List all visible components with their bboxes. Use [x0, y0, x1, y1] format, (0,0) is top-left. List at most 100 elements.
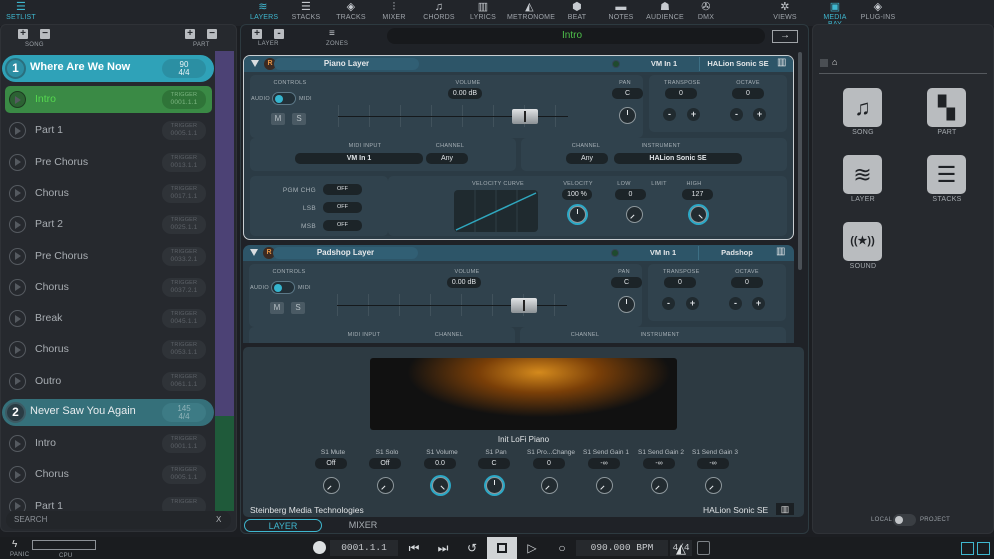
layer-midi-input[interactable]: VM In 1: [629, 59, 699, 68]
toolbar-chords[interactable]: ♫ CHORDS: [423, 1, 455, 21]
play-part-icon[interactable]: [9, 435, 26, 452]
right-zone-toggle[interactable]: [977, 542, 990, 555]
next-part-button[interactable]: →: [772, 30, 798, 43]
remove-part-button[interactable]: −: [207, 29, 217, 39]
play-part-icon[interactable]: [9, 91, 26, 108]
mute-button[interactable]: M: [271, 113, 285, 125]
toolbar-views[interactable]: ✲ VIEWS: [773, 1, 797, 21]
toolbar-metronome[interactable]: ◭ METRONOME: [507, 1, 555, 21]
loop-button[interactable]: ↺: [463, 541, 481, 556]
layer-instrument[interactable]: Padshop: [701, 248, 773, 257]
input-channel-select[interactable]: Any: [426, 153, 468, 164]
play-part-icon[interactable]: [9, 310, 26, 328]
skip-to-end-button[interactable]: ⏭: [434, 541, 452, 556]
part-item[interactable]: Intro TRIGGER 0001.1.1: [5, 430, 212, 457]
layer-instrument[interactable]: HALion Sonic SE: [702, 59, 774, 68]
octave-value[interactable]: 0: [731, 277, 763, 288]
layer-midi-input[interactable]: VM In 1: [628, 248, 698, 257]
part-item[interactable]: Part 2 TRIGGER 0025.1.1: [5, 211, 212, 238]
clear-search-button[interactable]: X: [216, 515, 221, 524]
layers-scrollbar[interactable]: [798, 52, 802, 270]
part-item[interactable]: Part 1 TRIGGER: [5, 493, 212, 511]
part-item[interactable]: Chorus TRIGGER 0053.1.1: [5, 336, 212, 363]
add-layer-button[interactable]: +: [252, 29, 262, 39]
play-part-icon[interactable]: [9, 247, 26, 265]
param-value[interactable]: -∞: [697, 458, 729, 469]
tab-layer[interactable]: LAYER: [244, 519, 322, 532]
transpose-plus-button[interactable]: +: [686, 297, 699, 310]
position-display[interactable]: 0001.1.1: [330, 540, 398, 556]
metronome-toggle-icon[interactable]: ◭: [676, 541, 686, 557]
toolbar-tracks[interactable]: ◈ TRACKS: [336, 1, 366, 21]
part-item[interactable]: Chorus TRIGGER 0017.1.1: [5, 180, 212, 207]
layer-name[interactable]: Piano Layer: [274, 58, 419, 70]
toolbar-layers[interactable]: ≋ LAYERS: [250, 1, 278, 21]
part-item[interactable]: Chorus TRIGGER 0005.1.1: [5, 461, 212, 488]
toolbar-beat[interactable]: ⬢ BEAT: [566, 1, 588, 21]
media-bay-sound[interactable]: ((★)): [843, 222, 882, 261]
toolbar-mixer[interactable]: ⫶ MIXER: [382, 1, 406, 21]
play-part-icon[interactable]: [9, 216, 26, 234]
audio-midi-toggle[interactable]: [272, 92, 296, 105]
add-song-button[interactable]: +: [18, 29, 28, 39]
octave-plus-button[interactable]: +: [752, 297, 765, 310]
transpose-minus-button[interactable]: -: [663, 108, 676, 121]
panic-icon[interactable]: ϟ: [12, 539, 17, 550]
media-bay-stacks[interactable]: ☰: [927, 155, 966, 194]
keyboard-icon[interactable]: ▥: [776, 246, 785, 257]
play-part-icon[interactable]: [9, 278, 26, 296]
play-part-icon[interactable]: [9, 184, 26, 202]
output-channel-select[interactable]: Any: [566, 153, 608, 164]
tab-mixer[interactable]: MIXER: [330, 519, 396, 532]
collapse-icon[interactable]: [250, 249, 258, 256]
part-item[interactable]: Intro TRIGGER 0001.1.1: [5, 86, 212, 113]
media-bay-layer[interactable]: ≋: [843, 155, 882, 194]
pan-value[interactable]: C: [612, 88, 643, 99]
mute-button[interactable]: M: [270, 302, 284, 314]
pgm-chg-select[interactable]: OFF: [323, 184, 362, 195]
tempo-display[interactable]: 090.000 BPM: [576, 540, 668, 556]
keyboard-icon[interactable]: ▥: [776, 503, 794, 515]
part-item[interactable]: Pre Chorus TRIGGER 0013.1.1: [5, 149, 212, 176]
low-knob[interactable]: [622, 202, 647, 227]
octave-minus-button[interactable]: -: [730, 108, 743, 121]
midi-input-select[interactable]: VM In 1: [295, 153, 423, 164]
remove-song-button[interactable]: −: [40, 29, 50, 39]
velocity-value[interactable]: 100 %: [562, 189, 592, 200]
param-value[interactable]: Off: [315, 458, 347, 469]
volume-fader-handle[interactable]: [511, 298, 537, 313]
solo-button[interactable]: S: [292, 113, 306, 125]
pan-knob[interactable]: [619, 107, 636, 124]
record-button[interactable]: ○: [553, 541, 571, 556]
part-item[interactable]: Break TRIGGER 0045.1.1: [5, 305, 212, 332]
part-item[interactable]: Outro TRIGGER 0061.1.1: [5, 368, 212, 395]
high-knob[interactable]: [686, 202, 711, 227]
keyboard-icon[interactable]: ▥: [777, 57, 786, 68]
msb-select[interactable]: OFF: [323, 220, 362, 231]
part-item[interactable]: Chorus TRIGGER 0037.2.1: [5, 274, 212, 301]
play-part-icon[interactable]: [9, 372, 26, 390]
home-icon[interactable]: ⌂: [832, 57, 837, 67]
octave-plus-button[interactable]: +: [753, 108, 766, 121]
play-part-icon[interactable]: [9, 153, 26, 171]
high-value[interactable]: 127: [682, 189, 713, 200]
toolbar-plug-ins[interactable]: ◈ PLUG-INS: [860, 1, 896, 21]
song-item[interactable]: 2 Never Saw You Again 145 4/4: [2, 399, 214, 426]
toolbar-dmx[interactable]: ✇ DMX: [695, 1, 717, 21]
pan-value[interactable]: C: [611, 277, 642, 288]
search-field[interactable]: SEARCH: [6, 511, 231, 529]
layer-card[interactable]: R Piano Layer VM In 1 HALion Sonic SE ▥ CONTR…: [243, 55, 794, 240]
media-bay-song[interactable]: ♫: [843, 88, 882, 127]
part-item[interactable]: Pre Chorus TRIGGER 0033.2.1: [5, 243, 212, 270]
param-value[interactable]: 0.0: [424, 458, 456, 469]
toolbar-stacks[interactable]: ☰ STACKS: [291, 1, 321, 21]
transpose-value[interactable]: 0: [665, 88, 697, 99]
transpose-plus-button[interactable]: +: [687, 108, 700, 121]
zones-icon[interactable]: ≡: [329, 28, 335, 39]
setlist-button[interactable]: ☰ SETLIST: [6, 1, 36, 21]
velocity-knob[interactable]: [569, 206, 586, 223]
volume-value[interactable]: 0.00 dB: [447, 277, 481, 288]
solo-button[interactable]: S: [291, 302, 305, 314]
layer-card[interactable]: R Padshop Layer VM In 1 Padshop ▥ CONTROLS AUD…: [243, 245, 794, 343]
play-part-icon[interactable]: [9, 466, 26, 484]
